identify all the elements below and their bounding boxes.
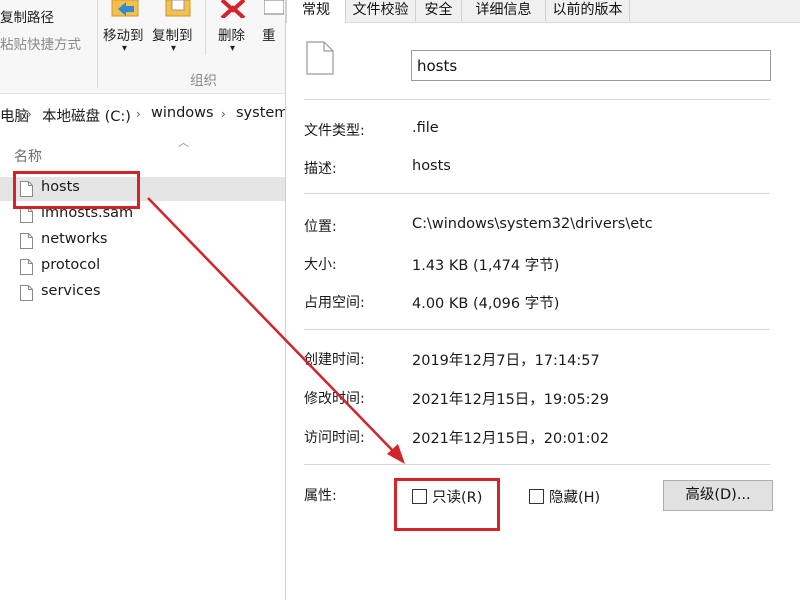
highlight-box-readonly (394, 478, 500, 531)
column-header-name[interactable]: 名称 (14, 146, 42, 166)
file-type-label: 文件类型: (304, 123, 365, 139)
location-value: C:\windows\system32\drivers\etc (412, 216, 653, 232)
breadcrumb-this-pc[interactable]: 电脑 (0, 105, 29, 126)
move-to-button[interactable]: 移动到 (103, 24, 144, 44)
file-item-services[interactable]: services (0, 281, 285, 305)
file-icon (20, 285, 33, 301)
accessed-value: 2021年12月15日，20:01:02 (412, 431, 609, 447)
chevron-right-icon[interactable]: › (221, 107, 226, 121)
chevron-down-icon[interactable]: ▾ (230, 43, 235, 54)
tab-security[interactable]: 安全 (416, 0, 462, 21)
delete-button[interactable]: 删除 (218, 24, 245, 44)
tab-details[interactable]: 详细信息 (462, 0, 546, 21)
size-label: 大小: (304, 257, 337, 273)
tab-general[interactable]: 常规 (286, 0, 346, 23)
file-type-value: .file (412, 120, 439, 136)
breadcrumb-windows[interactable]: windows (151, 105, 214, 121)
file-icon (306, 41, 334, 75)
rename-icon (264, 0, 284, 15)
modified-label: 修改时间: (304, 391, 365, 407)
copy-to-icon (165, 0, 191, 17)
paste-shortcut-button[interactable]: 粘贴快捷方式 (0, 33, 81, 53)
divider (304, 99, 770, 100)
modified-value: 2021年12月15日，19:05:29 (412, 392, 609, 408)
created-value: 2019年12月7日，17:14:57 (412, 353, 600, 369)
tab-strip: 常规 文件校验 安全 详细信息 以前的版本 (286, 0, 800, 23)
chevron-down-icon[interactable]: ▾ (122, 43, 127, 54)
size-value: 1.43 KB (1,474 字节) (412, 258, 560, 274)
chevron-right-icon[interactable]: › (136, 107, 141, 121)
divider (304, 464, 770, 465)
tab-previous-versions[interactable]: 以前的版本 (546, 0, 630, 21)
move-to-icon (111, 0, 139, 17)
ribbon-divider (205, 0, 206, 55)
rename-button[interactable]: 重 (262, 24, 276, 44)
attributes-label: 属性: (304, 488, 337, 504)
ribbon-group-label: 组织 (190, 73, 217, 89)
file-explorer: 复制路径 粘贴快捷方式 移动到 ▾ 复制到 ▾ 删除 ▾ 重 组织 电脑 › 本 (0, 0, 307, 600)
hidden-checkbox[interactable] (529, 489, 544, 504)
chevron-down-icon[interactable]: ▾ (171, 43, 176, 54)
advanced-button[interactable]: 高级(D)... (663, 480, 773, 511)
tab-file-checksum[interactable]: 文件校验 (346, 0, 416, 21)
divider (304, 329, 770, 330)
file-name-input[interactable] (411, 50, 771, 81)
description-value: hosts (412, 158, 451, 174)
file-icon (20, 207, 33, 223)
general-page: 文件类型: .file 描述: hosts 位置: C:\windows\sys… (286, 23, 800, 600)
hidden-label[interactable]: 隐藏(H) (549, 486, 600, 507)
file-item-protocol[interactable]: protocol (0, 255, 285, 279)
ribbon-divider (97, 0, 98, 88)
chevron-right-icon[interactable]: › (27, 107, 32, 121)
file-name: protocol (41, 257, 101, 273)
size-on-disk-label: 占用空间: (304, 295, 365, 311)
breadcrumb-local-disk[interactable]: 本地磁盘 (C:) (42, 105, 131, 126)
copy-path-button[interactable]: 复制路径 (0, 6, 54, 26)
divider (304, 193, 770, 194)
file-name: services (41, 283, 101, 299)
file-icon (20, 233, 33, 249)
accessed-label: 访问时间: (304, 430, 365, 446)
highlight-box-hosts (13, 171, 140, 209)
file-name: networks (41, 231, 108, 247)
size-on-disk-value: 4.00 KB (4,096 字节) (412, 296, 560, 312)
location-label: 位置: (304, 219, 337, 235)
ribbon: 复制路径 粘贴快捷方式 移动到 ▾ 复制到 ▾ 删除 ▾ 重 组织 (0, 0, 285, 94)
copy-to-button[interactable]: 复制到 (152, 24, 193, 44)
description-label: 描述: (304, 161, 337, 177)
address-bar[interactable]: 电脑 › 本地磁盘 (C:) › windows › system32 (0, 100, 307, 128)
file-item-networks[interactable]: networks (0, 229, 285, 253)
properties-dialog: 常规 文件校验 安全 详细信息 以前的版本 文件类型: .file 描述: ho… (285, 0, 800, 600)
delete-icon (220, 0, 246, 18)
sort-ascending-icon: ︿ (178, 136, 189, 149)
file-icon (20, 259, 33, 275)
created-label: 创建时间: (304, 352, 365, 368)
